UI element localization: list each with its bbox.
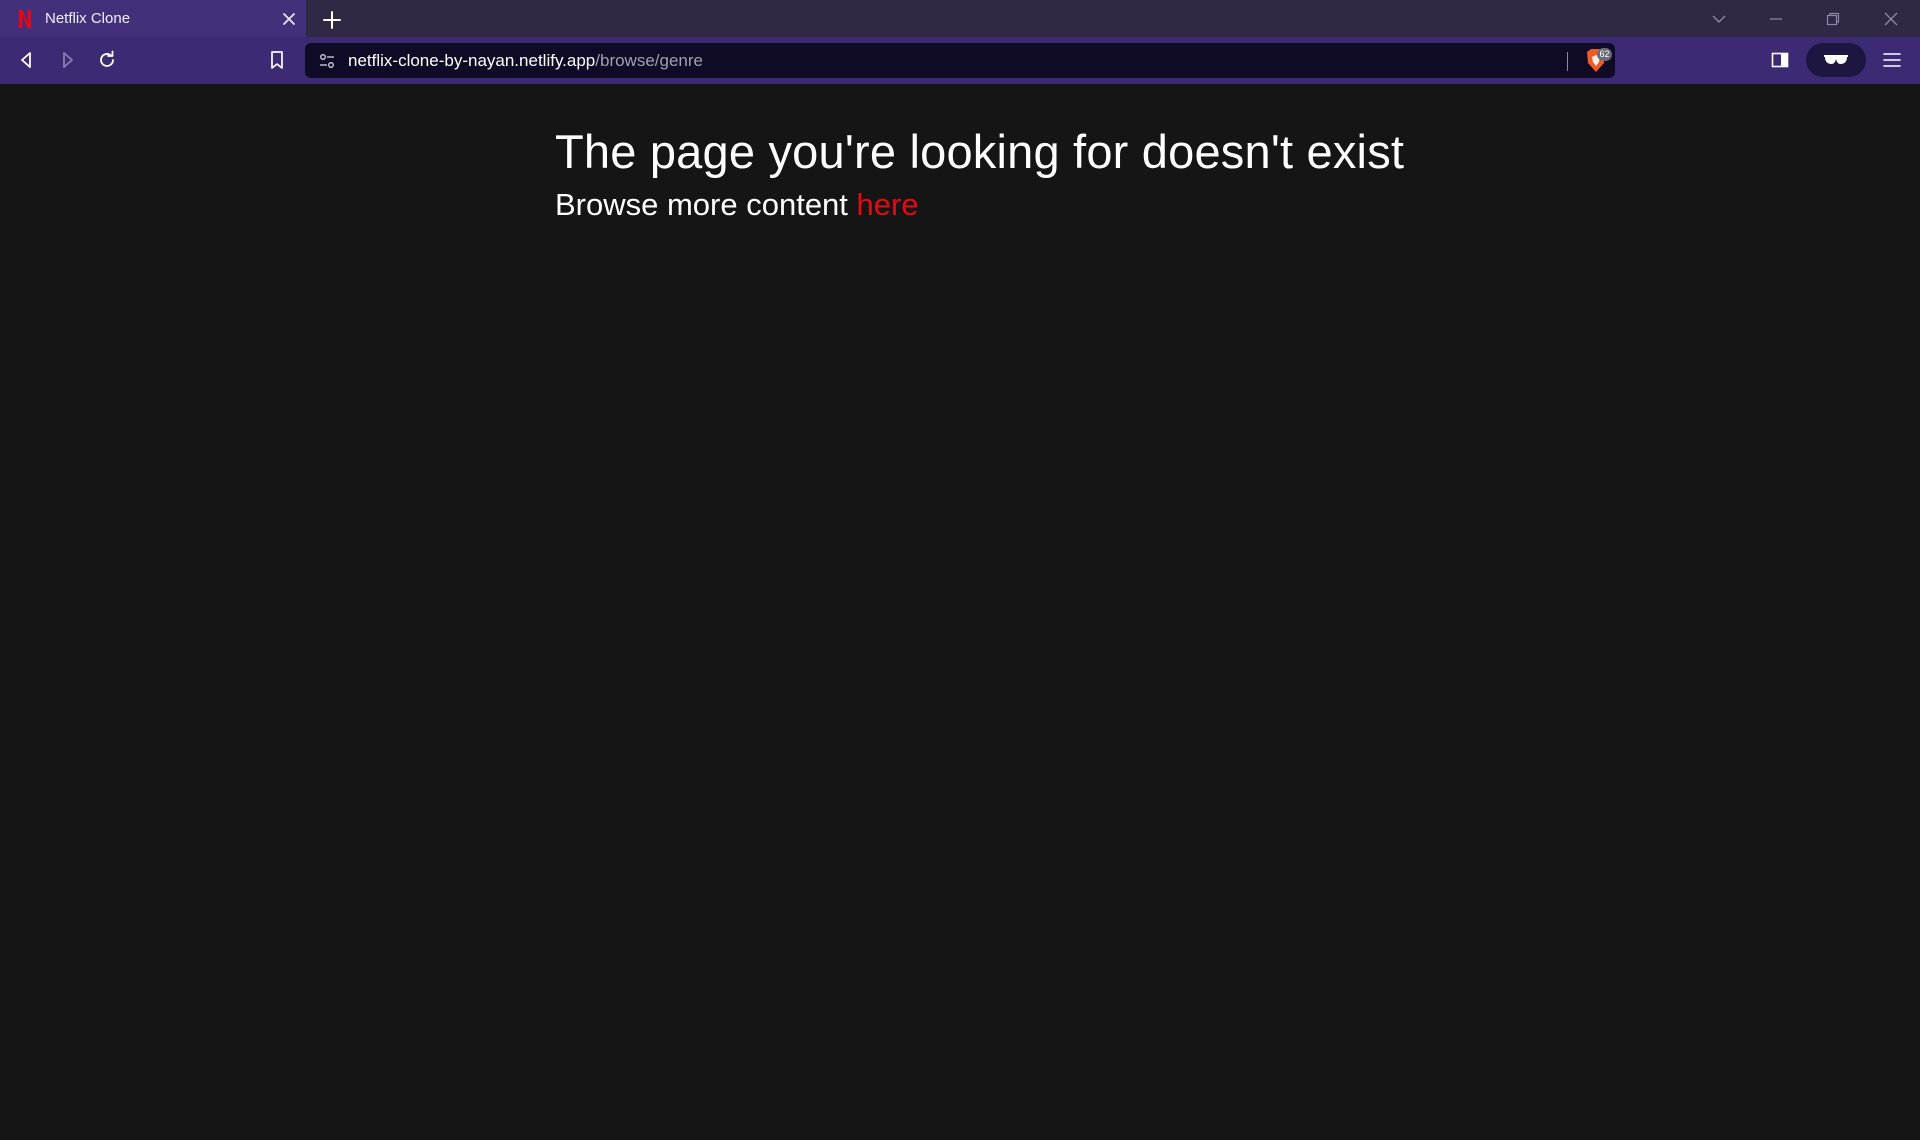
hamburger-menu-icon[interactable] bbox=[1881, 49, 1903, 71]
back-icon[interactable] bbox=[14, 47, 40, 73]
reload-icon[interactable] bbox=[94, 47, 120, 73]
tab-search-chevron-icon[interactable] bbox=[1709, 9, 1729, 29]
tab-strip: Netflix Clone bbox=[0, 0, 1920, 37]
page-content: The page you're looking for doesn't exis… bbox=[0, 84, 1920, 1140]
minimize-icon[interactable] bbox=[1766, 9, 1786, 29]
new-tab-icon[interactable] bbox=[320, 8, 344, 32]
browser-toolbar: netflix-clone-by-nayan.netlify.app/brows… bbox=[0, 37, 1920, 84]
tab-title: Netflix Clone bbox=[45, 10, 131, 27]
url-path: /browse/genre bbox=[595, 51, 703, 70]
shields-count-badge: 62 bbox=[1597, 48, 1612, 61]
active-tab[interactable]: Netflix Clone bbox=[0, 0, 306, 37]
close-window-icon[interactable] bbox=[1881, 9, 1901, 29]
restore-icon[interactable] bbox=[1823, 9, 1843, 29]
url-text[interactable]: netflix-clone-by-nayan.netlify.app/brows… bbox=[348, 51, 703, 71]
browse-more-prefix: Browse more content bbox=[555, 187, 848, 222]
sunglasses-icon bbox=[1824, 55, 1848, 64]
sidebar-toggle-icon[interactable] bbox=[1769, 49, 1791, 71]
forward-icon[interactable] bbox=[54, 47, 80, 73]
close-tab-icon[interactable] bbox=[281, 11, 297, 27]
address-bar[interactable]: netflix-clone-by-nayan.netlify.app/brows… bbox=[305, 43, 1615, 78]
omnibox-divider bbox=[1567, 52, 1568, 71]
browse-more-text: Browse more content here bbox=[555, 187, 919, 223]
bookmark-icon[interactable] bbox=[264, 47, 290, 73]
browse-here-link[interactable]: here bbox=[857, 187, 919, 222]
not-found-heading: The page you're looking for doesn't exis… bbox=[555, 125, 1405, 178]
url-host: netflix-clone-by-nayan.netlify.app bbox=[348, 51, 596, 70]
site-info-icon[interactable] bbox=[318, 52, 336, 70]
netflix-n-icon bbox=[19, 10, 31, 28]
private-vpn-button[interactable] bbox=[1806, 43, 1866, 77]
